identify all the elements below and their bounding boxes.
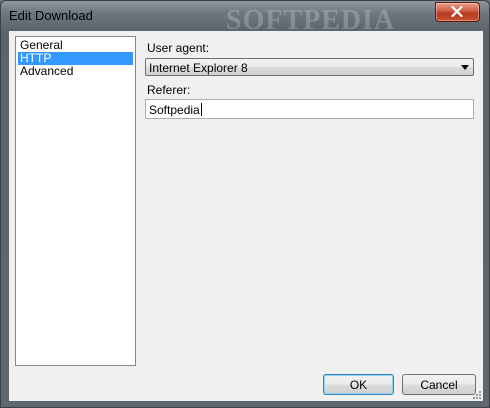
title-bar[interactable]: SOFTPEDIA Edit Download [1, 1, 489, 35]
resize-grip-icon[interactable] [472, 390, 482, 400]
referer-value: Softpedia [149, 103, 200, 117]
referer-input[interactable]: Softpedia [145, 99, 474, 119]
close-icon [451, 6, 463, 17]
category-list[interactable]: General HTTP Advanced [15, 36, 136, 366]
dialog-client-area: General HTTP Advanced User agent: Intern… [8, 30, 484, 402]
category-item-advanced[interactable]: Advanced [18, 65, 133, 78]
user-agent-label: User agent: [147, 41, 210, 55]
text-caret [200, 103, 202, 116]
cancel-button[interactable]: Cancel [402, 374, 476, 395]
close-button[interactable] [435, 2, 480, 22]
ok-button[interactable]: OK [323, 374, 394, 395]
user-agent-value: Internet Explorer 8 [149, 61, 248, 75]
edit-download-window: SOFTPEDIA Edit Download General HTTP Adv… [0, 0, 490, 408]
window-title: Edit Download [9, 8, 93, 23]
user-agent-select[interactable]: Internet Explorer 8 [145, 58, 474, 76]
referer-label: Referer: [147, 83, 191, 97]
chevron-down-icon [461, 65, 469, 70]
